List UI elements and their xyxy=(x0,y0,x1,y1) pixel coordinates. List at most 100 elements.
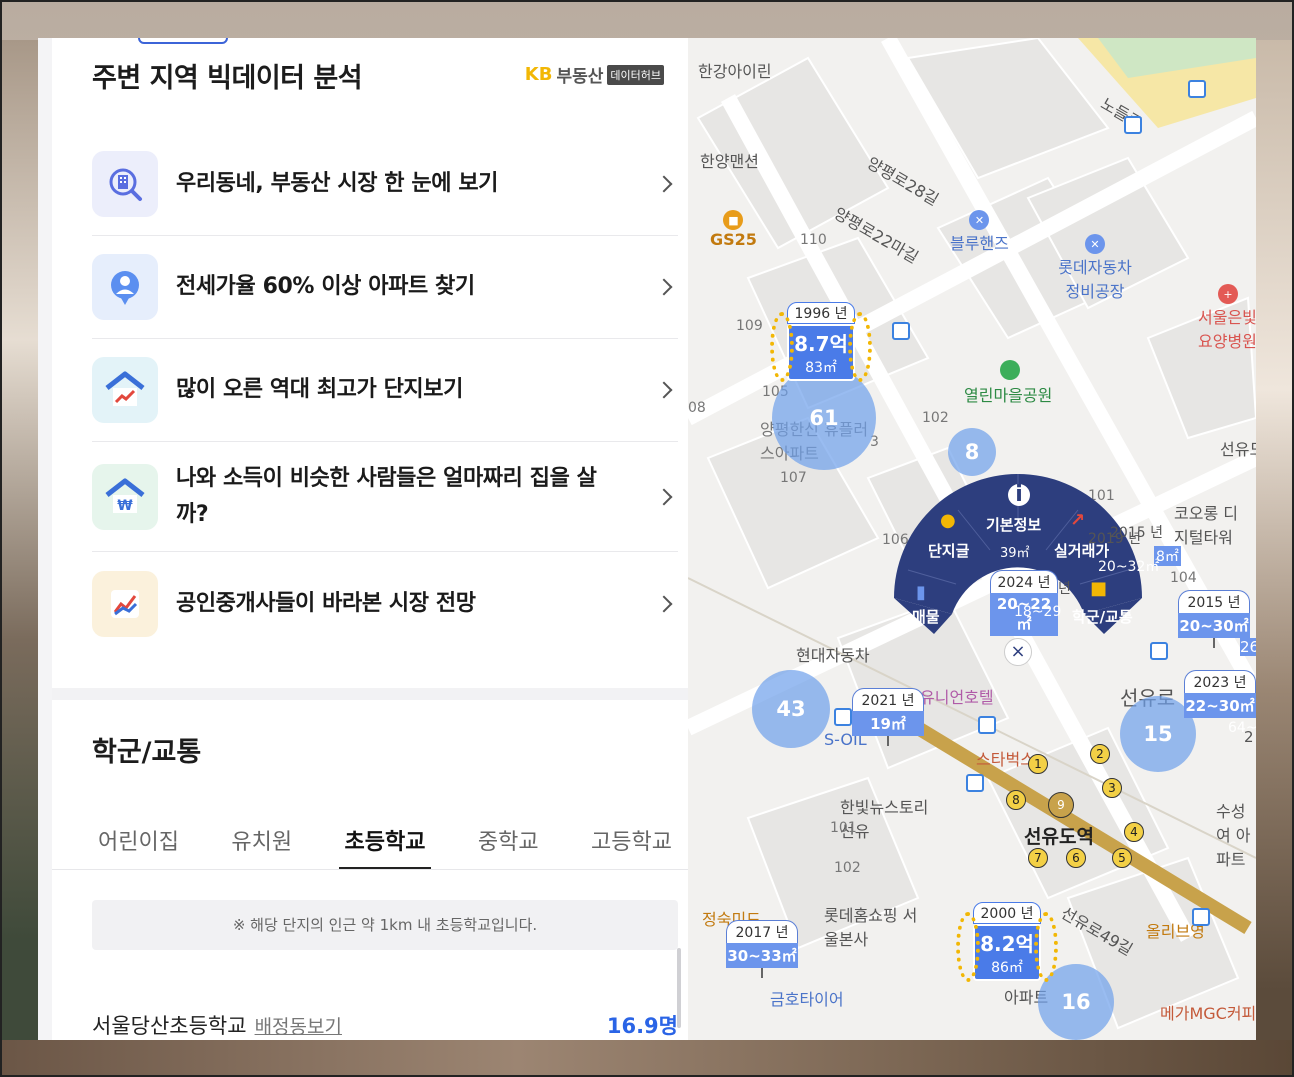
school-assignment-link[interactable]: 배정동보기 xyxy=(255,1012,342,1039)
house-won-icon: ₩ xyxy=(92,463,158,530)
poi-label: 서울은빛 요양병원 xyxy=(1198,308,1256,351)
chat-icon: ● xyxy=(940,510,956,531)
tab-daycare[interactable]: 어린이집 xyxy=(92,826,185,870)
bus-stop-icon[interactable] xyxy=(834,708,852,726)
kb-logo: KB 부동산 데이터허브 xyxy=(525,62,664,87)
apartment-cluster[interactable]: 8 xyxy=(948,428,996,476)
analysis-menu-list: 우리동네, 부동산 시장 한 눈에 보기 전세가율 60% 이상 아파트 찾기 … xyxy=(92,133,678,655)
menu-item-label: 우리동네, 부동산 시장 한 눈에 보기 xyxy=(176,171,499,197)
marker-stem xyxy=(887,736,889,746)
partial-marker-label: 2 xyxy=(1244,728,1254,746)
section-divider xyxy=(52,688,688,700)
station-exit: 6 xyxy=(1066,848,1086,868)
bus-stop-icon[interactable] xyxy=(978,716,996,734)
kb-logo-brand: 부동산 xyxy=(556,67,604,87)
apartment-marker[interactable]: 2023 년 22~30㎡ xyxy=(1184,670,1256,718)
marker-size: 20~30㎡ xyxy=(1178,613,1250,638)
chevron-right-icon xyxy=(655,595,673,612)
menu-item-broker-outlook[interactable]: 공인중개사들이 바라본 시장 전망 xyxy=(92,552,678,655)
station-exit: 4 xyxy=(1124,822,1144,842)
tabs-underline xyxy=(52,869,688,870)
map-view[interactable]: 한강아이린 한양맨션 ■ GS25 ✕ 블루핸즈 ✕ 롯데자동차 정비공장 열린… xyxy=(688,38,1256,1040)
station-exit: 8 xyxy=(1006,790,1026,810)
kb-logo-hub: 데이터허브 xyxy=(607,64,664,85)
map-label: 코오롱 디지털타워 xyxy=(1174,504,1238,547)
menu-item-label: 많이 오른 역대 최고가 단지보기 xyxy=(176,377,463,403)
marker-year: 1996 년 xyxy=(787,302,855,324)
station-exit: 7 xyxy=(1028,848,1048,868)
apartment-cluster[interactable]: 43 xyxy=(752,670,830,748)
marker-area: 86㎡ xyxy=(991,960,1023,976)
partial-marker-label: 39㎡ xyxy=(1000,546,1030,561)
bus-icon: ■ xyxy=(1090,578,1108,599)
block-number: 08 xyxy=(688,400,706,416)
marker-year: 2015 년 xyxy=(1178,590,1250,613)
radial-close-button[interactable]: × xyxy=(1004,638,1032,666)
kb-logo-kb: KB xyxy=(524,64,553,85)
school-tabs: 어린이집 유치원 초등학교 중학교 고등학교 xyxy=(92,826,678,870)
tab-middle-school[interactable]: 중학교 xyxy=(472,826,545,870)
bus-stop-icon[interactable] xyxy=(1124,116,1142,134)
poi-hospital[interactable]: + 서울은빛 요양병원 xyxy=(1198,284,1256,352)
school-notice: ※ 해당 단지의 인근 약 1km 내 초등학교입니다. xyxy=(92,900,678,950)
marker-year: 2023 년 xyxy=(1184,670,1256,693)
tab-kindergarten[interactable]: 유치원 xyxy=(225,826,298,870)
building-icon: ▮ xyxy=(916,582,926,603)
wrench-icon: ✕ xyxy=(969,210,990,230)
apartment-marker[interactable]: 2017 년 30~33㎡ xyxy=(726,920,798,978)
tab-elementary[interactable]: 초등학교 xyxy=(338,826,432,870)
school-row: 서울당산초등학교 배정동보기 16.9명 xyxy=(92,1008,678,1040)
marker-size: 30~33㎡ xyxy=(726,943,798,968)
marker-size: 22~30㎡ xyxy=(1184,693,1256,718)
radial-listings[interactable]: 매물 xyxy=(912,606,940,627)
marker-size: 19㎡ xyxy=(852,711,924,736)
radial-community[interactable]: 단지글 xyxy=(928,540,969,561)
poi-lotte-repair[interactable]: ✕ 롯데자동차 정비공장 xyxy=(1050,234,1140,302)
menu-item-label: 나와 소득이 비슷한 사람들은 얼마짜리 집을 살까? xyxy=(176,466,597,527)
trend-up-icon: ↗ xyxy=(1070,510,1086,531)
station-exit: 2 xyxy=(1090,744,1110,764)
menu-item-record-high[interactable]: 많이 오른 역대 최고가 단지보기 xyxy=(92,339,678,442)
tab-high-school[interactable]: 고등학교 xyxy=(585,826,678,870)
menu-item-label: 공인중개사들이 바라본 시장 전망 xyxy=(176,590,476,616)
map-label: 선유도 xyxy=(1220,440,1256,459)
apartment-marker[interactable]: 2021 년 19㎡ xyxy=(852,688,924,746)
radial-basic-info[interactable]: 기본정보 xyxy=(986,514,1041,535)
info-icon: i xyxy=(1008,484,1030,506)
laurel-right-icon xyxy=(1034,912,1058,982)
partial-marker-label: 26 xyxy=(1240,638,1256,656)
svg-text:₩: ₩ xyxy=(117,498,133,514)
record-high-marker[interactable]: 2000 년 8.2억 86㎡ xyxy=(952,902,1062,982)
background-bottom xyxy=(0,1040,1294,1077)
building-search-icon xyxy=(92,151,158,217)
map-label: 롯데홈쇼핑 서울본사 xyxy=(824,906,918,949)
marker-year: 2021 년 xyxy=(852,688,924,711)
panel-scrollbar[interactable] xyxy=(677,948,681,1028)
marker-year: 2024 년 xyxy=(990,570,1058,593)
bus-stop-icon[interactable] xyxy=(1188,80,1206,98)
menu-item-label: 전세가율 60% 이상 아파트 찾기 xyxy=(176,274,475,300)
bus-stop-icon[interactable] xyxy=(966,774,984,792)
top-pill[interactable] xyxy=(138,38,228,44)
poi-gs25[interactable]: ■ GS25 xyxy=(710,210,757,249)
map-label: 한강아이린 xyxy=(698,62,772,81)
bus-stop-icon[interactable] xyxy=(1150,642,1168,660)
bus-stop-icon[interactable] xyxy=(1192,908,1210,926)
block-number: 109 xyxy=(736,318,763,334)
map-label: 스타벅스 xyxy=(976,750,1035,769)
map-label: 금호타이어 xyxy=(770,990,844,1009)
record-high-marker[interactable]: 1996 년 8.7억 83㎡ xyxy=(766,302,876,382)
station-label[interactable]: 선유도역 xyxy=(1024,822,1094,849)
menu-item-market-overview[interactable]: 우리동네, 부동산 시장 한 눈에 보기 xyxy=(92,133,678,236)
chevron-right-icon xyxy=(655,278,673,296)
bus-stop-icon[interactable] xyxy=(892,322,910,340)
menu-item-jeonse-ratio[interactable]: 전세가율 60% 이상 아파트 찾기 xyxy=(92,236,678,339)
chevron-right-icon xyxy=(655,175,673,193)
block-number: 102 xyxy=(922,410,949,426)
poi-bluehands[interactable]: ✕ 블루핸즈 xyxy=(950,210,1009,254)
section-title: 주변 지역 빅데이터 분석 xyxy=(92,63,363,94)
menu-item-income-housing[interactable]: ₩ 나와 소득이 비슷한 사람들은 얼마짜리 집을 살까? xyxy=(92,442,678,552)
radial-school-transport[interactable]: 학군/교통 xyxy=(1072,606,1133,627)
laurel-left-icon xyxy=(770,312,794,382)
background-left xyxy=(0,40,38,1040)
